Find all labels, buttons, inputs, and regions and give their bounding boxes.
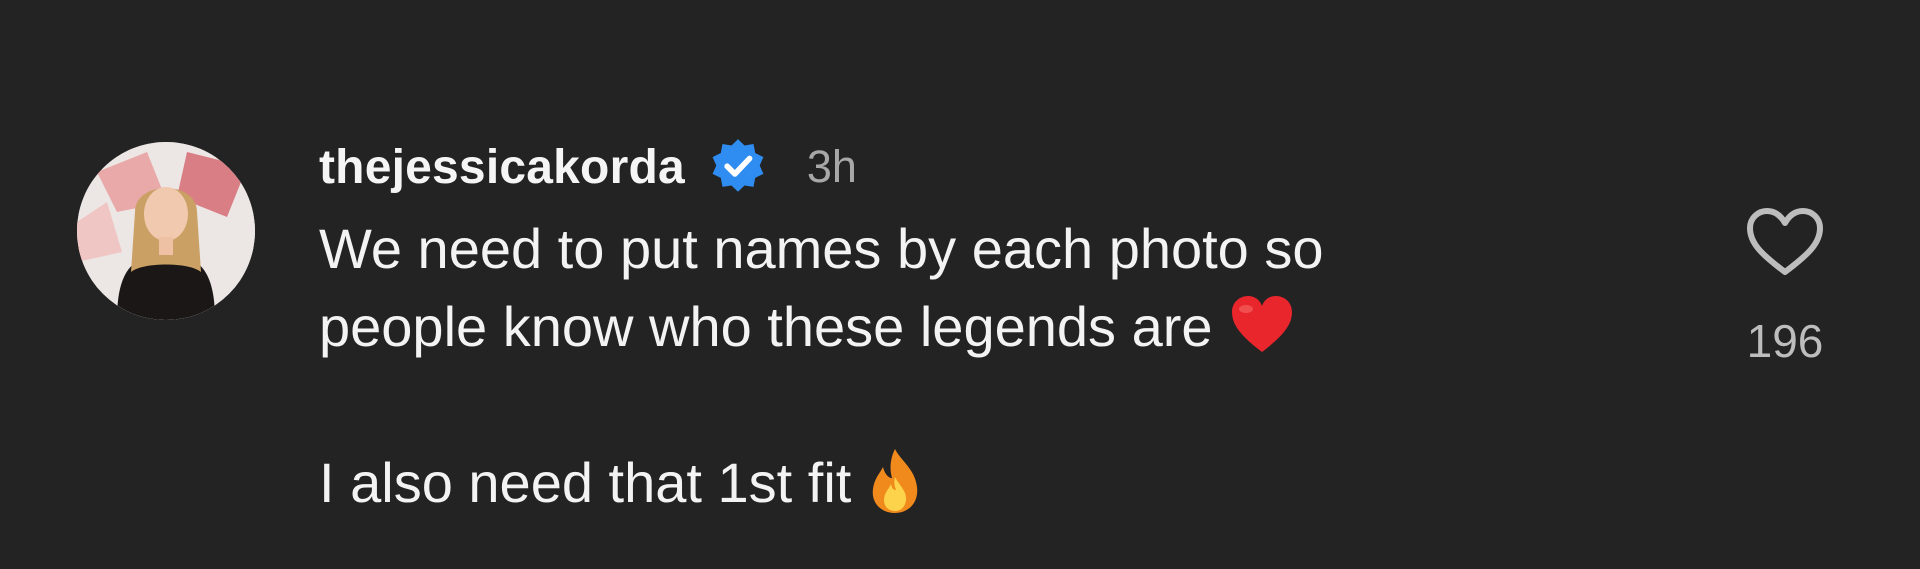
avatar-photo — [77, 142, 255, 320]
comment-content: thejessicakorda 3h We need to put names … — [319, 138, 1639, 522]
red-heart-emoji — [1231, 296, 1292, 353]
fire-emoji — [873, 449, 918, 514]
comment-row: thejessicakorda 3h We need to put names … — [0, 0, 1920, 569]
comment-text-line-2: people know who these legends are — [319, 295, 1213, 358]
like-column: 196 — [1740, 206, 1830, 368]
comment-text-line-3: I also need that 1st fit — [319, 451, 852, 514]
like-count: 196 — [1746, 315, 1824, 367]
heart-outline-icon[interactable] — [1745, 206, 1825, 278]
avatar[interactable] — [77, 142, 255, 320]
comment-text: We need to put names by each photo so pe… — [319, 210, 1639, 522]
username-link[interactable]: thejessicakorda — [319, 140, 685, 195]
comment-text-line-3-wrap: I also need that 1st fit — [319, 444, 1639, 522]
comment-text-line-2-wrap: people know who these legends are — [319, 288, 1639, 366]
comment-header: thejessicakorda 3h — [319, 138, 1639, 196]
comment-text-line-1: We need to put names by each photo so — [319, 217, 1324, 280]
comment-timestamp: 3h — [806, 141, 857, 192]
verified-badge-icon — [712, 139, 764, 192]
